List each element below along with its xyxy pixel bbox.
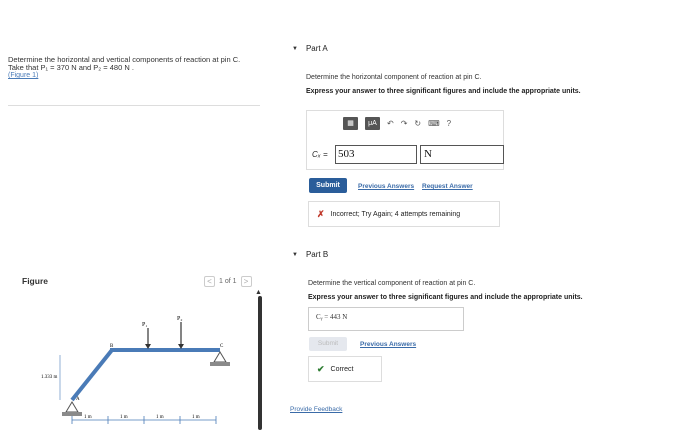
part-b-title: Part B [305, 250, 329, 259]
part-b-prompt: Determine the vertical component of reac… [308, 280, 476, 287]
part-a-instruction: Express your answer to three significant… [306, 88, 581, 95]
frame-figure: P₁ P₂ 1.333 m A B C 1 m 1 m 1 m 1 m [41, 316, 230, 424]
redo-icon[interactable]: ↷ [401, 119, 408, 128]
label-a: A [76, 397, 80, 402]
cx-unit-input[interactable]: N [420, 145, 504, 164]
undo-icon[interactable]: ↶ [387, 119, 394, 128]
pin-support-c [213, 351, 227, 363]
collapse-caret-icon: ▼ [292, 45, 298, 52]
part-b-submit-button: Submit [309, 337, 347, 351]
problem-line-2: Take that P₁ = 370 N and P₂ = 480 N . [8, 63, 134, 72]
request-answer-link[interactable]: Request Answer [422, 183, 473, 190]
reset-icon[interactable]: ↻ [414, 119, 421, 128]
cx-label: Cₓ = [312, 150, 328, 159]
span-label-3: 1 m [156, 415, 164, 420]
member-ab [70, 348, 114, 402]
part-b-feedback: ✔ Correct [308, 356, 382, 382]
units-button[interactable]: μA [365, 117, 380, 130]
part-a-header[interactable]: ▼ Part A [292, 44, 328, 53]
help-icon[interactable]: ? [447, 119, 451, 128]
divider [8, 105, 260, 106]
scrollbar[interactable] [258, 296, 262, 430]
part-b-previous-answers-link[interactable]: Previous Answers [360, 341, 416, 348]
span-label-4: 1 m [192, 415, 200, 420]
figure-pager: < 1 of 1 > [204, 276, 252, 287]
part-a-feedback-text: Incorrect; Try Again; 4 attempts remaini… [330, 210, 461, 218]
keyboard-icon[interactable]: ⌨ [428, 119, 440, 128]
figure-page-count: 1 of 1 [219, 278, 237, 285]
part-b-feedback-text: Correct [330, 365, 354, 373]
part-a-submit-button[interactable]: Submit [309, 178, 347, 193]
correct-check-icon: ✔ [317, 363, 325, 374]
label-height: 1.333 m [41, 375, 58, 380]
label-p2: P₂ [177, 316, 182, 322]
next-figure-button[interactable]: > [240, 276, 252, 287]
collapse-caret-icon: ▼ [292, 251, 298, 258]
part-b-instruction: Express your answer to three significant… [308, 294, 583, 301]
label-c: C [220, 344, 224, 349]
span-label-1: 1 m [84, 415, 92, 420]
label-p1: P₁ [142, 322, 147, 328]
previous-answers-link[interactable]: Previous Answers [358, 183, 414, 190]
scroll-up-arrow-icon[interactable]: ▲ [255, 289, 262, 296]
figure-link[interactable]: (Figure 1) [8, 72, 258, 79]
templates-button[interactable]: ▦ [343, 117, 358, 130]
prev-figure-button[interactable]: < [204, 276, 215, 287]
part-a-title: Part A [305, 44, 328, 53]
ground-c [210, 362, 230, 366]
cx-value-input[interactable]: 503 [335, 145, 417, 164]
figure-heading: Figure [22, 276, 48, 286]
problem-statement: Determine the horizontal and vertical co… [8, 56, 258, 102]
provide-feedback-link[interactable]: Provide Feedback [290, 406, 342, 413]
part-a-feedback: ✗ Incorrect; Try Again; 4 attempts remai… [308, 201, 500, 227]
pin-support-a [65, 401, 79, 413]
part-b-answer: Cᵧ = 443 N [316, 313, 348, 321]
part-b-header[interactable]: ▼ Part B [292, 250, 328, 259]
part-a-prompt: Determine the horizontal component of re… [306, 74, 482, 81]
math-toolbar: ▦ μA ↶ ↷ ↻ ⌨ ? [343, 117, 451, 130]
incorrect-x-icon: ✗ [317, 208, 325, 219]
ground-a [62, 412, 82, 416]
span-label-2: 1 m [120, 415, 128, 420]
